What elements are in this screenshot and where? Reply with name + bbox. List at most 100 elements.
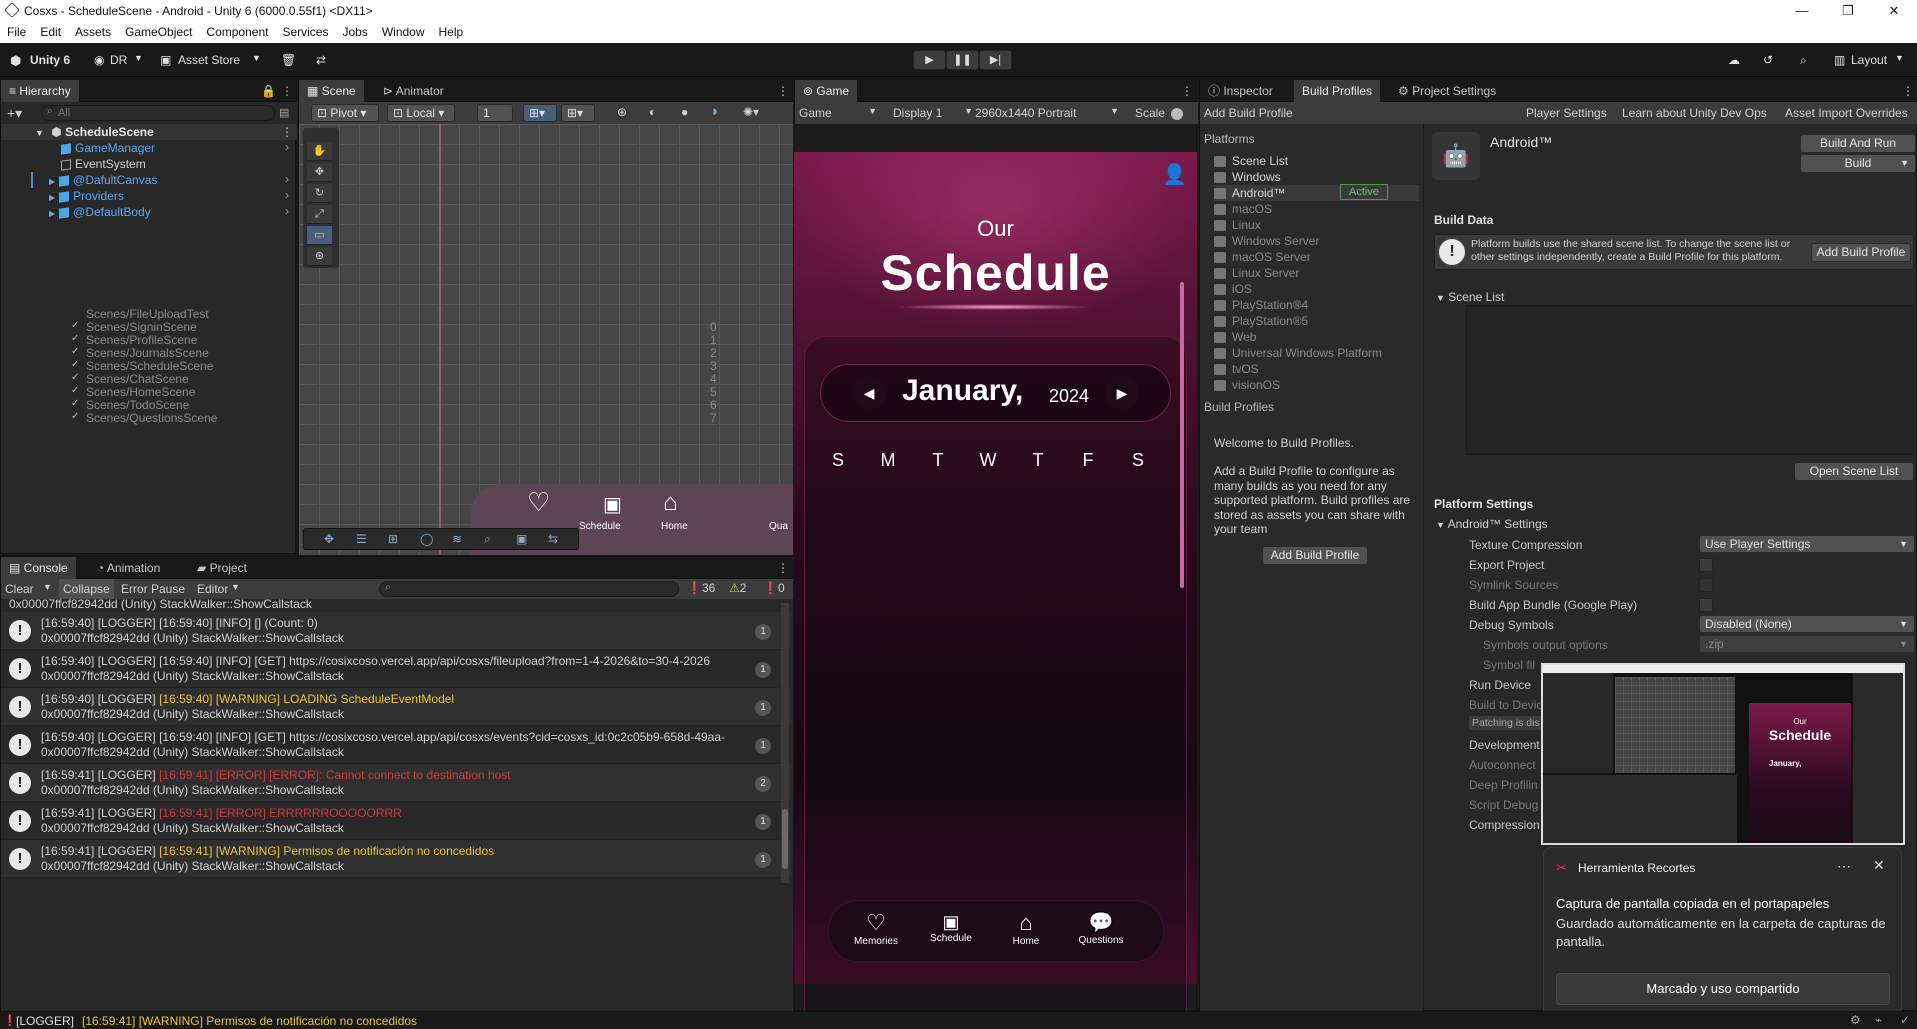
- menu-help[interactable]: Help: [432, 21, 471, 39]
- tab-game[interactable]: ⊚ Game: [795, 80, 858, 102]
- hierarchy-item-eventsystem[interactable]: EventSystem: [61, 156, 146, 172]
- grid-snap-button[interactable]: ⊞▾: [523, 104, 557, 122]
- check-icon[interactable]: ✓: [1900, 1013, 1910, 1027]
- platform-item[interactable]: tvOS: [1214, 361, 1419, 377]
- chevron-right-icon[interactable]: ›: [285, 140, 289, 154]
- camera-icon[interactable]: ▣: [516, 532, 527, 546]
- app-scrollbar[interactable]: [1180, 282, 1184, 588]
- checkmark-icon[interactable]: ✓: [71, 398, 79, 409]
- more-options-icon[interactable]: ⋮: [777, 561, 789, 575]
- console-log-row[interactable]: ! [16:59:40] [LOGGER] [16:59:40] [INFO] […: [1, 726, 791, 764]
- scale-tool-icon[interactable]: ⤢: [307, 205, 332, 224]
- clear-button[interactable]: Clear: [5, 582, 34, 596]
- player-settings-link[interactable]: Player Settings: [1526, 106, 1607, 120]
- zoom-icon[interactable]: ⌕: [484, 532, 491, 547]
- status-prefix[interactable]: [LOGGER]: [16, 1014, 74, 1028]
- platform-item[interactable]: Windows: [1214, 169, 1419, 185]
- platform-item[interactable]: visionOS: [1214, 377, 1419, 393]
- tab-project[interactable]: ▰ Project: [189, 557, 255, 579]
- grid-icon[interactable]: ⊞: [388, 532, 398, 546]
- console-scrollbar-thumb[interactable]: [782, 809, 788, 869]
- transform-tool-icon[interactable]: ⊛: [307, 247, 332, 266]
- move-tool-icon[interactable]: ✥: [307, 163, 332, 182]
- prev-month-button[interactable]: ◀: [852, 376, 886, 410]
- hierarchy-item-providers[interactable]: ▶ Providers: [49, 188, 124, 204]
- platform-item[interactable]: PlayStation®4: [1214, 297, 1419, 313]
- texture-compression-dropdown[interactable]: Use Player Settings ▼: [1699, 535, 1915, 553]
- snipping-tool-toast[interactable]: ✂ Herramienta Recortes ⋯ ✕ Captura de pa…: [1543, 847, 1902, 1017]
- game-view-app[interactable]: 👤 Our Schedule ◀ ▶ January, 2024 S M T W…: [794, 152, 1197, 1026]
- lock-icon[interactable]: 🔒: [261, 84, 276, 98]
- platform-item[interactable]: Universal Windows Platform: [1214, 345, 1419, 361]
- hierarchy-scene-root[interactable]: ▼ ⬢ ScheduleScene ⋮: [1, 124, 297, 140]
- tab-inspector[interactable]: ⓘ Inspector: [1200, 80, 1281, 102]
- more-options-icon[interactable]: ⋮: [1181, 84, 1193, 98]
- console-log-row[interactable]: ! [16:59:41] [LOGGER] [16:59:41] [ERROR] …: [1, 764, 791, 802]
- version-control-icon[interactable]: ⇄: [316, 53, 326, 67]
- screenshot-thumbnail[interactable]: Our Schedule January,: [1541, 663, 1905, 845]
- scene-list-row[interactable]: ✓ Scenes/QuestionsScene 7: [0, 411, 717, 427]
- platform-item[interactable]: macOS Server: [1214, 249, 1419, 265]
- history-icon[interactable]: ↺: [1763, 53, 1773, 67]
- platform-item[interactable]: Windows Server: [1214, 233, 1419, 249]
- symbols-output-dropdown[interactable]: .zip ▼: [1699, 635, 1915, 653]
- filter-icon[interactable]: ▤: [279, 106, 289, 119]
- platform-item[interactable]: Scene List: [1214, 153, 1419, 169]
- asset-import-overrides-link[interactable]: Asset Import Overrides: [1785, 106, 1908, 120]
- platform-item[interactable]: Linux: [1214, 217, 1419, 233]
- menu-edit[interactable]: Edit: [33, 21, 68, 39]
- effects-icon[interactable]: ✺▾: [743, 105, 759, 119]
- editor-dropdown[interactable]: Editor: [197, 582, 228, 596]
- align-icon[interactable]: ☰: [356, 532, 367, 546]
- checkmark-icon[interactable]: ✓: [71, 333, 79, 344]
- hierarchy-search-input[interactable]: [41, 105, 275, 121]
- platform-item[interactable]: Web: [1214, 329, 1419, 345]
- trash-icon[interactable]: 🗑: [281, 53, 296, 67]
- expand-arrow-icon[interactable]: ▶: [49, 193, 55, 202]
- progress-icon[interactable]: ⚙: [1850, 1013, 1861, 1027]
- build-and-run-button[interactable]: Build And Run: [1800, 134, 1916, 153]
- grid-toggle-button[interactable]: ⊞▾: [561, 104, 595, 122]
- debug-icon[interactable]: ⌁: [1875, 1013, 1882, 1027]
- menu-jobs[interactable]: Jobs: [335, 21, 374, 39]
- platform-item[interactable]: iOS: [1214, 281, 1419, 297]
- lighting-icon[interactable]: ◐: [649, 105, 656, 119]
- console-log-row[interactable]: ! [16:59:40] [LOGGER] [16:59:40] [WARNING…: [1, 688, 791, 726]
- cloud-icon[interactable]: ☁: [1728, 53, 1740, 67]
- account-dropdown[interactable]: DR: [110, 53, 127, 67]
- chevron-right-icon[interactable]: ›: [285, 172, 289, 186]
- open-scene-list-button[interactable]: Open Scene List: [1794, 462, 1914, 481]
- platform-item[interactable]: Linux Server: [1214, 265, 1419, 281]
- hierarchy-item-gamemanager[interactable]: GameManager: [61, 140, 155, 156]
- info-add-build-profile-button[interactable]: Add Build Profile: [1811, 243, 1911, 262]
- scale-slider[interactable]: [1171, 108, 1183, 120]
- menu-services[interactable]: Services: [275, 21, 335, 39]
- status-message[interactable]: [16:59:41] [WARNING] Permisos de notific…: [82, 1014, 417, 1028]
- minimize-button[interactable]: —: [1779, 0, 1825, 21]
- checkmark-icon[interactable]: ✓: [71, 385, 79, 396]
- shuffle-icon[interactable]: ⇆: [548, 532, 558, 546]
- build-app-bundle-checkbox[interactable]: [1699, 598, 1713, 612]
- tab-animator[interactable]: ⊳ Animator: [375, 80, 452, 102]
- checkmark-icon[interactable]: ✓: [71, 359, 79, 370]
- layers-icon[interactable]: ≋: [452, 532, 462, 546]
- platform-item[interactable]: PlayStation®5: [1214, 313, 1419, 329]
- rotate-tool-icon[interactable]: ↻: [307, 184, 332, 203]
- close-window-button[interactable]: ✕: [1871, 0, 1917, 21]
- tab-scene[interactable]: ▦ Scene: [299, 80, 364, 102]
- circle-icon[interactable]: ◯: [420, 532, 433, 546]
- profile-icon[interactable]: 👤: [1162, 162, 1187, 187]
- console-log-row[interactable]: ! [16:59:40] [LOGGER] [16:59:40] [INFO] […: [1, 650, 791, 688]
- move-icon[interactable]: ✥: [324, 532, 334, 546]
- rect-tool-icon[interactable]: ▭: [307, 226, 332, 245]
- debug-symbols-dropdown[interactable]: Disabled (None) ▼: [1699, 615, 1915, 633]
- console-log-row[interactable]: ! [16:59:41] [LOGGER] [16:59:41] [WARNING…: [1, 840, 791, 878]
- expand-arrow-icon[interactable]: ▶: [49, 177, 55, 186]
- expand-arrow-icon[interactable]: ▶: [49, 209, 55, 218]
- export-project-checkbox[interactable]: [1699, 558, 1713, 572]
- unity-version-button[interactable]: Unity 6: [30, 53, 70, 67]
- resolution-dropdown[interactable]: 2960x1440 Portrait ▼: [975, 106, 1123, 120]
- chevron-down-icon[interactable]: ▼: [43, 582, 52, 592]
- chevron-right-icon[interactable]: ›: [285, 188, 289, 202]
- more-options-icon[interactable]: ⋮: [281, 124, 293, 140]
